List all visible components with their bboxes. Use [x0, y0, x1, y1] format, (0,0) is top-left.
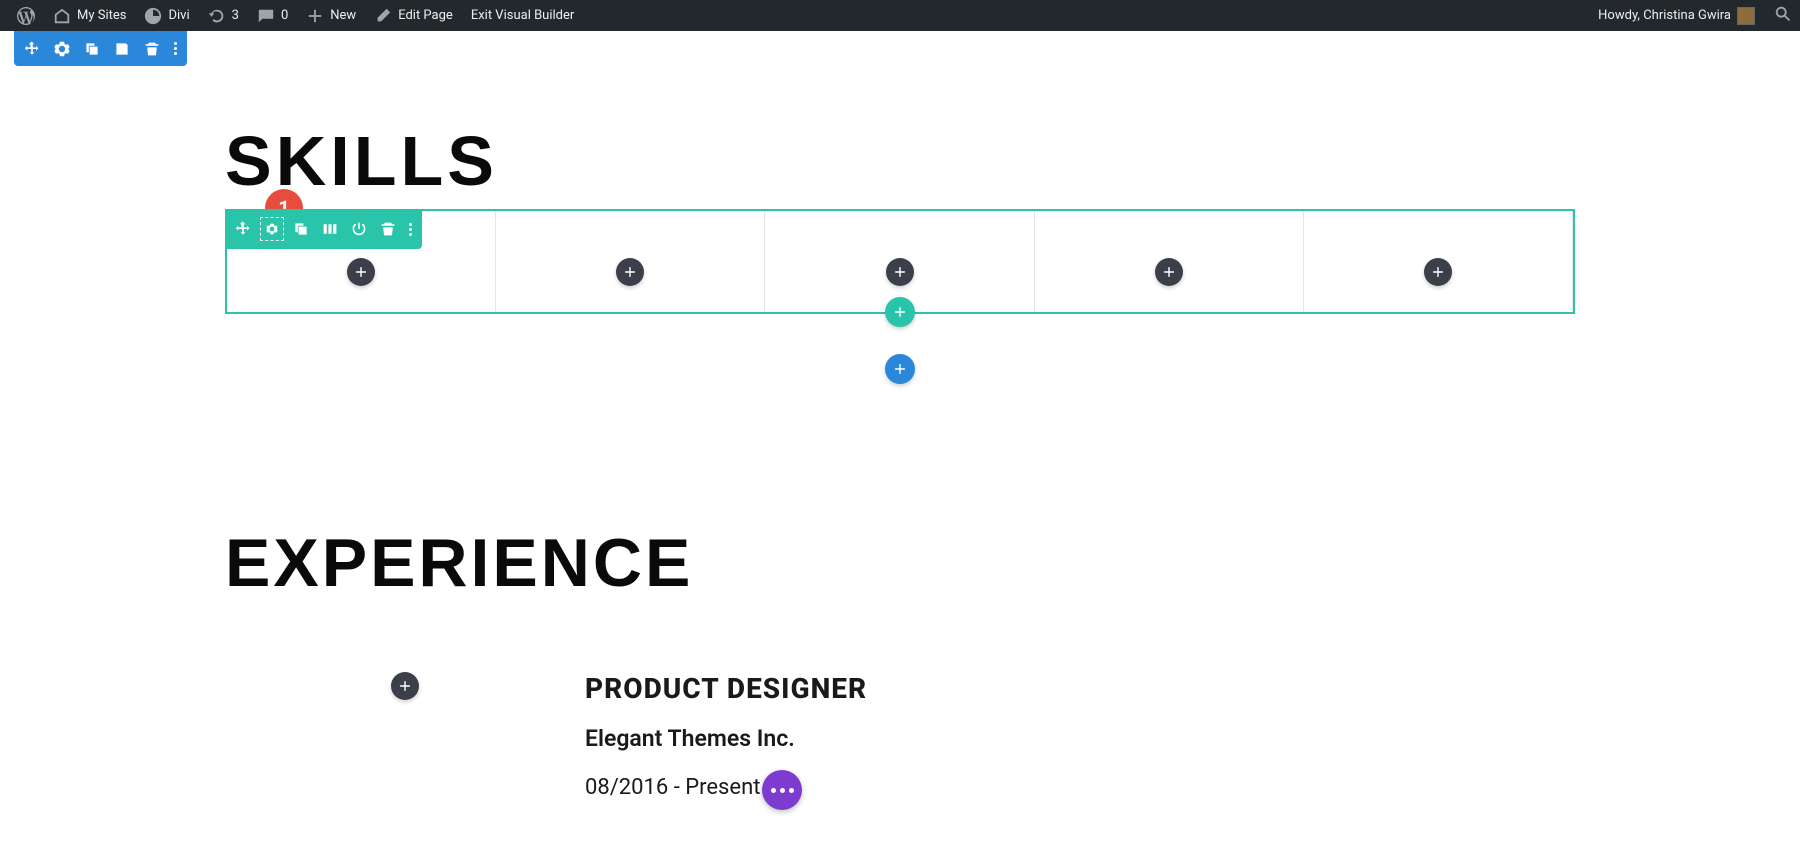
section-toolbar: [14, 31, 187, 66]
site-name-label: Divi: [168, 8, 189, 23]
add-row-button[interactable]: [885, 297, 915, 327]
plus-icon: [354, 265, 368, 279]
more-icon[interactable]: [174, 42, 177, 55]
search-icon: [1774, 5, 1792, 23]
add-module-button[interactable]: [347, 258, 375, 286]
page-content: SKILLS 1: [0, 66, 1800, 850]
plus-icon: [623, 265, 637, 279]
plus-icon: [893, 305, 907, 319]
add-module-button[interactable]: [1155, 258, 1183, 286]
skills-row[interactable]: [225, 209, 1575, 314]
skill-column-2[interactable]: [496, 211, 765, 312]
module-more-button[interactable]: [762, 770, 802, 810]
experience-company: Elegant Themes Inc.: [585, 725, 1575, 752]
skills-heading: SKILLS: [225, 121, 1575, 201]
avatar: [1737, 7, 1755, 25]
edit-page-label: Edit Page: [398, 8, 453, 23]
home-icon: [53, 7, 71, 25]
howdy-label: Howdy, Christina Gwira: [1598, 8, 1731, 23]
my-sites-menu[interactable]: My Sites: [44, 0, 135, 31]
gear-icon[interactable]: [264, 221, 280, 237]
add-section-wrap: [225, 354, 1575, 384]
updates-menu[interactable]: 3: [199, 0, 248, 31]
refresh-icon: [208, 7, 226, 25]
exit-vb-label: Exit Visual Builder: [471, 8, 574, 23]
skills-row-wrap: 1: [225, 209, 1575, 384]
move-icon[interactable]: [24, 41, 40, 57]
pencil-icon: [374, 7, 392, 25]
experience-heading: EXPERIENCE: [225, 524, 1575, 602]
more-icon[interactable]: [409, 223, 412, 236]
experience-row: PRODUCT DESIGNER Elegant Themes Inc. 08/…: [225, 672, 1575, 810]
site-menu[interactable]: Divi: [135, 0, 198, 31]
my-sites-label: My Sites: [77, 8, 126, 23]
add-row-wrap: [885, 297, 915, 327]
duplicate-icon[interactable]: [84, 41, 100, 57]
move-icon[interactable]: [235, 221, 251, 237]
wp-logo-menu[interactable]: [8, 0, 44, 31]
skill-column-4[interactable]: [1035, 211, 1304, 312]
add-module-button[interactable]: [1424, 258, 1452, 286]
duplicate-icon[interactable]: [293, 221, 309, 237]
updates-count: 3: [232, 8, 239, 23]
adminbar-left: My Sites Divi 3 0 New Edit Page Exit Vis…: [8, 0, 583, 31]
plus-icon: [306, 7, 324, 25]
trash-icon[interactable]: [380, 221, 396, 237]
edit-page-menu[interactable]: Edit Page: [365, 0, 462, 31]
save-icon[interactable]: [114, 41, 130, 57]
adminbar-search[interactable]: [1774, 5, 1792, 27]
experience-left-column[interactable]: [225, 672, 585, 810]
new-menu[interactable]: New: [297, 0, 365, 31]
plus-icon: [1162, 265, 1176, 279]
plus-icon: [398, 679, 412, 693]
add-section-button[interactable]: [885, 354, 915, 384]
wp-admin-bar: My Sites Divi 3 0 New Edit Page Exit Vis…: [0, 0, 1800, 31]
columns-icon[interactable]: [322, 221, 338, 237]
plus-icon: [1431, 265, 1445, 279]
comments-count: 0: [281, 8, 288, 23]
wordpress-icon: [17, 7, 35, 25]
exit-visual-builder[interactable]: Exit Visual Builder: [462, 0, 583, 31]
dashboard-icon: [144, 7, 162, 25]
power-icon[interactable]: [351, 221, 367, 237]
experience-right-column[interactable]: PRODUCT DESIGNER Elegant Themes Inc. 08/…: [585, 672, 1575, 810]
trash-icon[interactable]: [144, 41, 160, 57]
add-module-button[interactable]: [391, 672, 419, 700]
plus-icon: [893, 265, 907, 279]
experience-title: PRODUCT DESIGNER: [585, 672, 1575, 705]
new-label: New: [330, 8, 356, 23]
experience-dates: 08/2016 - Present: [585, 775, 760, 800]
comments-menu[interactable]: 0: [248, 0, 297, 31]
account-menu[interactable]: Howdy, Christina Gwira: [1589, 0, 1764, 31]
gear-icon[interactable]: [54, 41, 70, 57]
add-module-button[interactable]: [886, 258, 914, 286]
adminbar-right: Howdy, Christina Gwira: [1589, 0, 1792, 31]
skill-column-5[interactable]: [1304, 211, 1573, 312]
plus-icon: [893, 362, 907, 376]
row-toolbar: [225, 209, 422, 249]
comment-icon: [257, 7, 275, 25]
add-module-button[interactable]: [616, 258, 644, 286]
